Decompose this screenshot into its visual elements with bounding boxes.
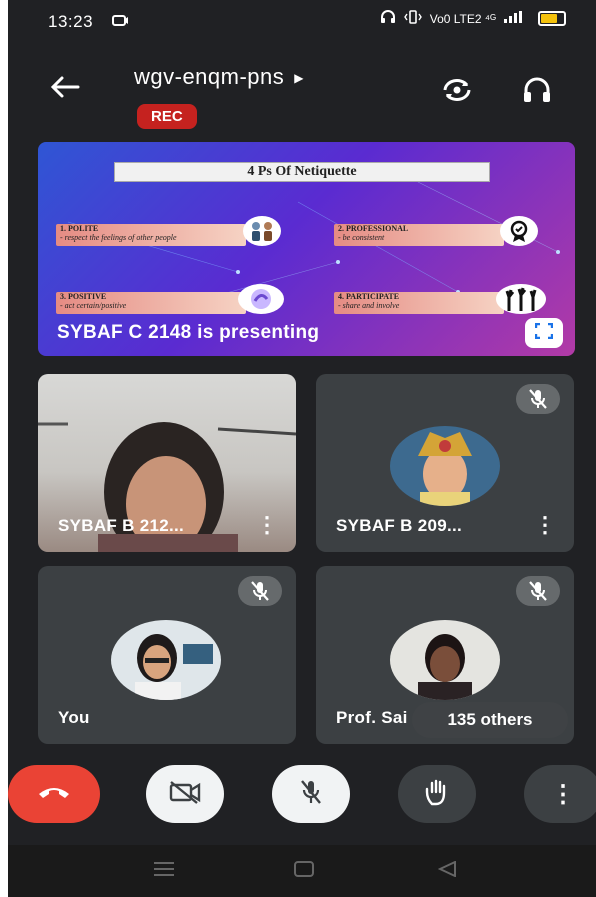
more-vertical-icon: ⋮ <box>551 780 575 808</box>
system-nav-bar <box>8 845 596 897</box>
presenter-label: SYBAF C 2148 is presenting <box>57 322 320 343</box>
battery-icon <box>538 11 566 26</box>
mic-toggle-button[interactable] <box>272 765 350 823</box>
slide-title: 4 Ps Of Netiquette <box>114 162 490 182</box>
home-icon[interactable] <box>294 861 314 882</box>
status-icons: Vo0 LTE2 ⁴ᴳ <box>380 10 566 27</box>
status-time: 13:23 <box>48 12 94 31</box>
meeting-header: wgv-enqm-pns ▶ REC <box>8 52 596 132</box>
mic-off-icon <box>299 778 323 811</box>
muted-mic-icon <box>238 576 282 606</box>
more-options-icon[interactable]: ⋮ <box>256 512 278 538</box>
hand-icon <box>424 778 450 811</box>
signal-icon <box>504 11 530 26</box>
participant-name: SYBAF B 212... <box>58 516 185 535</box>
slide-item-professional: 2. PROFESSIONAL - be consistent <box>334 224 504 246</box>
meeting-code: wgv-enqm-pns <box>134 64 285 89</box>
avatar <box>390 426 500 506</box>
headset-status-icon <box>380 10 396 27</box>
slide-item-polite: 1. POLITE - respect the feelings of othe… <box>56 224 246 246</box>
end-call-icon <box>37 784 71 805</box>
muted-mic-icon <box>516 576 560 606</box>
status-bar: 13:23 Vo0 LTE2 ⁴ᴳ <box>8 0 596 44</box>
vibrate-icon <box>403 10 422 27</box>
meet-screen: 13:23 Vo0 LTE2 ⁴ᴳ wgv-enqm-pns ▶ REC 4 P… <box>8 0 596 897</box>
screen-cast-icon <box>112 14 128 33</box>
others-count-button[interactable]: 135 others <box>412 702 568 738</box>
camera-off-icon <box>168 779 202 810</box>
camera-toggle-button[interactable] <box>146 765 224 823</box>
end-call-button[interactable] <box>8 765 100 823</box>
handshake-icon <box>243 216 281 246</box>
avatar <box>111 620 221 700</box>
participant-name: You <box>58 708 90 727</box>
avatar <box>390 620 500 700</box>
participant-name: Prof. Sai <box>336 708 408 727</box>
fullscreen-button[interactable] <box>525 318 563 348</box>
participant-name: SYBAF B 209... <box>336 516 463 535</box>
participant-tile[interactable]: You <box>38 566 296 744</box>
meeting-title[interactable]: wgv-enqm-pns ▶ <box>134 64 304 90</box>
muted-mic-icon <box>516 384 560 414</box>
raise-hand-button[interactable] <box>398 765 476 823</box>
recent-apps-icon[interactable] <box>154 861 174 882</box>
caret-right-icon: ▶ <box>294 71 305 86</box>
positive-thumbs-icon <box>238 284 284 314</box>
participant-tile[interactable]: SYBAF B 212... ⋮ <box>38 374 296 552</box>
switch-camera-icon[interactable] <box>440 76 474 109</box>
raised-hands-icon <box>496 284 546 314</box>
network-type: Vo0 LTE2 ⁴ᴳ <box>429 11 496 26</box>
presentation-tile[interactable]: 4 Ps Of Netiquette 1. POLITE - respect t… <box>38 142 575 356</box>
back-arrow-icon[interactable] <box>50 74 80 106</box>
more-options-button[interactable]: ⋮ <box>524 765 596 823</box>
participant-tile[interactable]: SYBAF B 209... ⋮ <box>316 374 574 552</box>
slide-item-participate: 4. PARTICIPATE - share and involve <box>334 292 504 314</box>
audio-output-icon[interactable] <box>522 76 552 109</box>
call-controls: ⋮ <box>8 765 596 835</box>
more-options-icon[interactable]: ⋮ <box>534 512 556 538</box>
recording-badge: REC <box>137 104 197 129</box>
fullscreen-icon <box>534 322 554 344</box>
back-nav-icon[interactable] <box>437 860 456 882</box>
award-badge-icon <box>500 216 538 246</box>
slide-item-positive: 3. POSITIVE - act certain/positive <box>56 292 246 314</box>
